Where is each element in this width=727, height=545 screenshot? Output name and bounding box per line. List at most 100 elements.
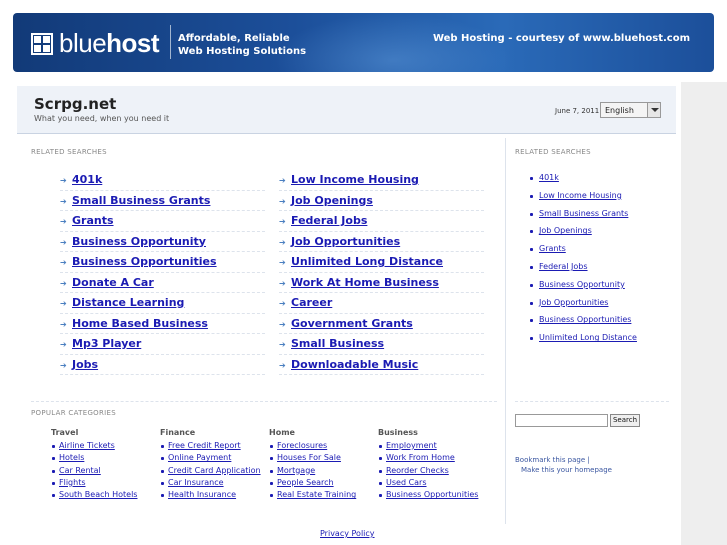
category-item: People Search <box>269 477 377 489</box>
related-search-link[interactable]: Distance Learning <box>72 296 184 309</box>
category-link[interactable]: Online Payment <box>168 453 231 462</box>
category-link[interactable]: Work From Home <box>386 453 455 462</box>
category-link[interactable]: Car Rental <box>59 466 101 475</box>
category-item: Car Insurance <box>160 477 268 489</box>
sidebar-related-link[interactable]: Federal Jobs <box>539 262 588 271</box>
arrow-right-icon: ➔ <box>60 217 67 226</box>
arrow-right-icon: ➔ <box>60 319 67 329</box>
bookmark-links: Bookmark this page | Make this your home… <box>515 455 612 475</box>
arrow-right-icon: ➔ <box>60 340 67 349</box>
related-search-link[interactable]: Grants <box>72 214 114 227</box>
category-link[interactable]: Foreclosures <box>277 441 327 450</box>
related-search-link[interactable]: 401k <box>72 173 102 186</box>
bookmark-link[interactable]: Bookmark this page <box>515 456 585 464</box>
category-item: Online Payment <box>160 452 268 464</box>
arrow-right-icon: ➔ <box>60 278 67 288</box>
related-search-link[interactable]: Unlimited Long Distance <box>291 255 443 268</box>
category-column: Finance Free Credit Report Online Payment C… <box>160 428 268 501</box>
category-link[interactable]: Car Insurance <box>168 478 224 487</box>
bluehost-logo[interactable]: bluehost <box>31 28 160 59</box>
category-link[interactable]: Employment <box>386 441 437 450</box>
bullet-icon <box>530 248 533 252</box>
arrow-right-icon: ➔ <box>60 237 67 247</box>
bullet-icon <box>530 230 533 234</box>
current-date: June 7, 2011 <box>555 107 600 115</box>
related-search-item: ➔ Federal Jobs <box>279 211 484 232</box>
category-link[interactable]: Hotels <box>59 453 84 462</box>
related-search-item: ➔ Business Opportunity <box>60 232 265 252</box>
sidebar-related-link[interactable]: Small Business Grants <box>539 209 628 218</box>
arrow-right-icon: ➔ <box>279 237 286 247</box>
category-item: Airline Tickets <box>51 440 159 452</box>
related-search-item: ➔ Job Openings <box>279 191 484 211</box>
sidebar-related-link[interactable]: Unlimited Long Distance <box>539 333 637 342</box>
category-link[interactable]: Business Opportunities <box>386 490 478 499</box>
sidebar-related-link[interactable]: 401k <box>539 173 559 182</box>
chevron-down-icon[interactable] <box>647 103 660 117</box>
sidebar-related-link[interactable]: Grants <box>539 244 566 253</box>
arrow-right-icon: ➔ <box>279 278 286 288</box>
related-search-item: ➔ Unlimited Long Distance <box>279 252 484 273</box>
arrow-right-icon: ➔ <box>60 360 67 370</box>
search-input[interactable] <box>515 414 608 427</box>
related-search-link[interactable]: Business Opportunities <box>72 255 217 268</box>
related-search-link[interactable]: Low Income Housing <box>291 173 419 186</box>
related-search-item: ➔ Mp3 Player <box>60 334 265 355</box>
category-column: Home Foreclosures Houses For Sale Mortgage P… <box>269 428 377 501</box>
related-right-column: ➔ Low Income Housing ➔ Job Openings ➔ Federal… <box>279 170 484 375</box>
related-search-link[interactable]: Job Opportunities <box>291 235 400 248</box>
related-search-link[interactable]: Career <box>291 296 332 309</box>
category-item: Free Credit Report <box>160 440 268 452</box>
related-search-item: ➔ Downloadable Music <box>279 355 484 375</box>
arrow-right-icon: ➔ <box>279 196 286 206</box>
related-search-link[interactable]: Home Based Business <box>72 317 208 330</box>
category-link[interactable]: South Beach Hotels <box>59 490 137 499</box>
sidebar-divider <box>515 401 669 402</box>
related-search-link[interactable]: Government Grants <box>291 317 413 330</box>
banner-tagline: Affordable, Reliable Web Hosting Solutio… <box>178 33 307 57</box>
category-link[interactable]: People Search <box>277 478 334 487</box>
related-search-link[interactable]: Work At Home Business <box>291 276 439 289</box>
search-button[interactable]: Search <box>610 414 640 427</box>
sidebar-related-link[interactable]: Job Openings <box>539 226 592 235</box>
related-search-link[interactable]: Donate A Car <box>72 276 154 289</box>
category-link[interactable]: Flights <box>59 478 86 487</box>
category-link[interactable]: Houses For Sale <box>277 453 341 462</box>
related-search-link[interactable]: Downloadable Music <box>291 358 418 371</box>
category-link[interactable]: Airline Tickets <box>59 441 115 450</box>
sidebar-related-link[interactable]: Job Opportunities <box>539 298 608 307</box>
related-search-link[interactable]: Mp3 Player <box>72 337 141 350</box>
bluehost-banner[interactable]: bluehost Affordable, Reliable Web Hostin… <box>13 13 714 72</box>
section-divider <box>31 401 497 402</box>
category-link[interactable]: Credit Card Application <box>168 466 261 475</box>
related-search-link[interactable]: Small Business <box>291 337 384 350</box>
arrow-right-icon: ➔ <box>279 258 286 267</box>
category-link[interactable]: Free Credit Report <box>168 441 241 450</box>
related-search-item: ➔ Government Grants <box>279 314 484 334</box>
site-title: Scrpg.net <box>34 95 117 113</box>
category-heading: Travel <box>51 428 79 437</box>
sidebar-related-link[interactable]: Business Opportunities <box>539 315 631 324</box>
language-select[interactable]: English <box>600 102 661 118</box>
privacy-policy-link[interactable]: Privacy Policy <box>320 529 375 538</box>
bluehost-logo-text: bluehost <box>59 28 160 58</box>
related-search-link[interactable]: Job Openings <box>291 194 373 207</box>
page-side-strip <box>681 82 727 545</box>
bluehost-logo-icon <box>31 32 53 55</box>
category-link[interactable]: Used Cars <box>386 478 427 487</box>
related-search-link[interactable]: Small Business Grants <box>72 194 210 207</box>
related-search-link[interactable]: Jobs <box>72 358 98 371</box>
related-search-link[interactable]: Federal Jobs <box>291 214 367 227</box>
related-search-link[interactable]: Business Opportunity <box>72 235 206 248</box>
arrow-right-icon: ➔ <box>279 360 286 370</box>
sidebar-related-link[interactable]: Business Opportunity <box>539 280 625 289</box>
homepage-link[interactable]: Make this your homepage <box>515 465 612 475</box>
sidebar-related-link[interactable]: Low Income Housing <box>539 191 622 200</box>
related-search-item: ➔ Small Business <box>279 334 484 355</box>
category-link[interactable]: Mortgage <box>277 466 315 475</box>
category-link[interactable]: Real Estate Training <box>277 490 356 499</box>
category-item: Car Rental <box>51 465 159 477</box>
category-link[interactable]: Reorder Checks <box>386 466 449 475</box>
category-link[interactable]: Health Insurance <box>168 490 236 499</box>
category-item: Health Insurance <box>160 489 268 501</box>
